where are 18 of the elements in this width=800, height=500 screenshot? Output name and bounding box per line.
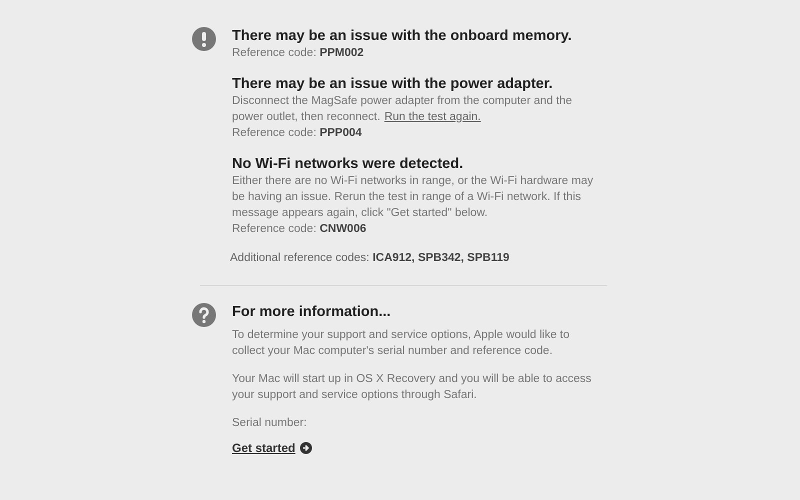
get-started-link[interactable]: Get started [232, 441, 296, 455]
reference-code: Reference code: CNW006 [232, 222, 368, 237]
issue-description: Either there are no Wi-Fi networks in range, or the Wi-Fi hardware may be having an issue. Rerun the test in range of a Wi-Fi network. If this message appears again, click "Get started" below. [232, 174, 594, 221]
issue-title: There may be an issue with the onboard memory. [232, 27, 573, 45]
alert-icon [192, 27, 216, 51]
reference-code: Reference code: PPP004 [232, 126, 363, 141]
help-icon [192, 303, 216, 327]
run-test-link[interactable]: Run the test again. [384, 111, 481, 123]
arrow-icon[interactable] [300, 442, 312, 454]
section-title: For more information... [232, 303, 392, 321]
issue-description: Disconnect the MagSafe power adapter from the computer and the power outlet, then reconnect. Run the test again. [232, 94, 574, 125]
issue-title: There may be an issue with the power adapter. [232, 75, 554, 93]
additional-codes: Additional reference codes: ICA912, SPB342, SPB119 [230, 251, 510, 266]
serial-label: Serial number: [232, 416, 308, 431]
info-paragraph: Your Mac will start up in OS X Recovery and you will be able to access your support and service options through Safari. [232, 372, 592, 403]
info-paragraph: To determine your support and service options, Apple would like to collect your Mac computer's serial number and reference code. [232, 328, 571, 359]
issue-title: No Wi-Fi networks were detected. [232, 155, 464, 173]
reference-code: Reference code: PPM002 [232, 46, 365, 61]
